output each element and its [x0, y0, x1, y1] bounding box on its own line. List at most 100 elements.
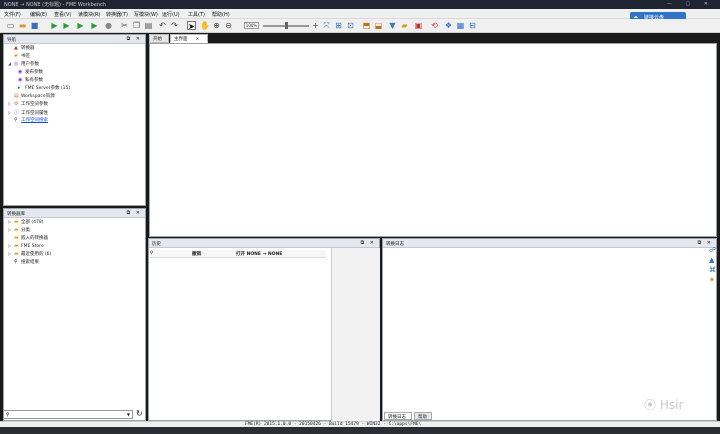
nav-item-label: 发布参数	[25, 70, 43, 75]
nav-item-user-parameters[interactable]: ◢ ◎ 用户参数	[8, 61, 39, 69]
copy-icon[interactable]: ❐	[132, 21, 141, 30]
tab-start[interactable]: 开始	[149, 34, 169, 43]
add-bookmark-icon[interactable]: ▰	[400, 21, 409, 30]
history-undo-column: 撤销	[192, 252, 201, 257]
redo-icon[interactable]: ↷	[170, 21, 179, 30]
gallery-item-all[interactable]: ▷ ▬ 全部 (478)	[8, 219, 44, 227]
nav-item-label: 工作空间参数	[21, 102, 48, 107]
search-icon: ⚲	[14, 259, 18, 265]
folder-icon: ▬	[14, 227, 19, 233]
tab-main[interactable]: 主界面 ×	[170, 34, 208, 43]
server-icon: ▸	[18, 85, 21, 91]
workspace-canvas[interactable]	[149, 43, 717, 237]
binoculars-icon[interactable]: ☍	[709, 246, 716, 254]
gear-icon[interactable]: ✷	[709, 276, 715, 284]
network-icon[interactable]: ⌘	[709, 266, 716, 274]
log-title: 转换日志	[386, 242, 404, 247]
add-reader-icon[interactable]: ⬒	[362, 21, 371, 30]
history-row[interactable]: ⚲ 撤销 打开 NONE → NONE	[150, 250, 326, 258]
menu-writers[interactable]: 写模块(W)	[134, 11, 158, 18]
grid-icon[interactable]: ▦	[456, 21, 465, 30]
zoom-extents-icon[interactable]: ⤧	[322, 21, 331, 30]
run-to-icon[interactable]: ▶	[76, 21, 85, 30]
inspect-icon[interactable]: ❖	[444, 21, 453, 30]
add-writer-icon[interactable]: ⬓	[374, 21, 383, 30]
refresh-icon[interactable]: ↻	[136, 409, 143, 418]
menu-run[interactable]: 运行(U)	[162, 11, 180, 18]
nav-item-workspace-search[interactable]: ⚲ 工作空间搜索	[8, 117, 48, 125]
nav-item-label: 用户参数	[21, 62, 39, 67]
paste-icon[interactable]: ▤	[144, 21, 153, 30]
layout-icon[interactable]: ⊟	[468, 21, 477, 30]
connection-icon[interactable]: ⟲	[430, 21, 439, 30]
continue-icon[interactable]: ▶	[90, 21, 99, 30]
folder-icon: ▬	[14, 235, 19, 241]
title-bar: NONE → NONE (无标题) - FME Workbench — ▢ ✕	[0, 0, 720, 9]
gallery-item-label: 全部 (478)	[21, 220, 44, 225]
nav-item-private-parameters[interactable]: ◉ 私有参数	[18, 77, 43, 85]
gallery-item-label: 嵌入的转换器	[21, 236, 48, 241]
log-side-toolbar: ☍ ▲ ⌘ ✷	[708, 246, 718, 306]
save-icon[interactable]: ■	[30, 21, 39, 30]
nav-item-label: Workspace资源	[21, 94, 55, 99]
menu-view[interactable]: 查看(V)	[54, 11, 71, 18]
history-header: 历史 ⧉ ✕	[149, 239, 379, 248]
close-icon[interactable]: ×	[196, 37, 200, 42]
nav-item-workspace-properties[interactable]: ▷ ⓘ 工作空间属性	[8, 109, 48, 117]
gallery-panel-controls[interactable]: ⧉ ✕	[127, 210, 142, 216]
undo-icon[interactable]: ↶	[158, 21, 167, 30]
zoom-slider-thumb[interactable]	[285, 22, 288, 29]
zoom-out-icon[interactable]: ⊖	[224, 21, 233, 30]
open-icon[interactable]: ▬	[18, 21, 27, 30]
run-step-icon[interactable]: ▶	[62, 21, 71, 30]
select-pointer-icon[interactable]: ➤	[187, 21, 196, 31]
nav-item-server-parameters[interactable]: ▸ FME Server参数 (15)	[18, 85, 70, 93]
gallery-item-fme-store[interactable]: ▷ ▬ FME Store	[8, 243, 44, 251]
gallery-header: 转换器库 ⧉ ✕	[4, 209, 145, 218]
nav-item-bookmarks[interactable]: ▰ 书签	[8, 53, 30, 61]
nav-item-published-parameters[interactable]: ◉ 发布参数	[18, 69, 43, 77]
navigator-title: 导航	[7, 38, 16, 43]
gallery-item-search-results[interactable]: ⚲ 搜索结果	[8, 259, 39, 267]
bookmark-icon: ▰	[14, 53, 18, 59]
history-panel-controls[interactable]: ⧉ ✕	[361, 240, 376, 246]
zoom-level-field[interactable]: 100%	[244, 22, 259, 29]
menu-readers[interactable]: 读模块(R)	[78, 11, 100, 18]
filter-icon[interactable]: ▲	[709, 256, 714, 264]
nav-item-link[interactable]: 工作空间搜索	[21, 118, 48, 123]
nav-item-transformers[interactable]: ▲ 转换器	[8, 45, 35, 53]
run-icon[interactable]: ▶	[50, 21, 59, 30]
zoom-plus-icon[interactable]: +	[311, 21, 320, 30]
annotation-icon[interactable]: ▣	[414, 21, 423, 30]
gallery-item-label: 搜索结果	[21, 260, 39, 265]
publish-icon: ◉	[18, 69, 23, 75]
navigator-panel-controls[interactable]: ⧉ ✕	[127, 36, 142, 42]
menu-transformers[interactable]: 转换器(T)	[106, 11, 128, 18]
menu-help[interactable]: 帮助(H)	[212, 11, 230, 18]
tab-translation-log[interactable]: 转换日志	[384, 412, 412, 420]
gallery-search-input[interactable]: ⚲ ▼	[3, 410, 133, 419]
menu-file[interactable]: 文件(F)	[4, 11, 21, 18]
search-icon: ⚲	[6, 412, 10, 418]
zoom-selected-icon[interactable]: ⊞	[334, 21, 343, 30]
chevron-down-icon[interactable]: ▼	[127, 412, 130, 417]
stop-icon[interactable]: ●	[104, 21, 113, 30]
navigator-panel: 导航 ⧉ ✕ ▲ 转换器 ▰ 书签 ◢ ◎ 用户参数 ◉ 发布参数 ◉ 私有参数 ▸ FME …	[3, 34, 146, 206]
tab-help[interactable]: 帮助	[414, 412, 432, 420]
new-icon[interactable]: ▭	[6, 21, 15, 30]
menu-tools[interactable]: 工具(T)	[188, 11, 205, 18]
window-controls[interactable]: — ▢ ✕	[667, 1, 714, 7]
folder-icon: ▬	[14, 243, 19, 249]
fit-window-icon[interactable]: ⊡	[346, 21, 355, 30]
pan-hand-icon[interactable]: ✋	[200, 21, 210, 30]
history-panel: 历史 ⧉ ✕	[148, 238, 380, 421]
gallery-item-categories[interactable]: ▷ ▬ 分类	[8, 227, 30, 235]
nav-item-workspace-parameters[interactable]: ▷ ⚙ 工作空间参数	[8, 101, 48, 109]
add-transformer-icon[interactable]: ▼	[388, 21, 397, 30]
gallery-item-embedded[interactable]: ▬ 嵌入的转换器	[8, 235, 48, 243]
zoom-in-icon[interactable]: ⊕	[212, 21, 221, 30]
cut-icon[interactable]: ✂	[120, 21, 129, 30]
menu-edit[interactable]: 编辑(E)	[30, 11, 47, 18]
gallery-item-recent[interactable]: ▷ ▬ 最近使用的 (6)	[8, 251, 51, 259]
nav-item-workspace-resources[interactable]: ▤ Workspace资源	[8, 93, 55, 101]
